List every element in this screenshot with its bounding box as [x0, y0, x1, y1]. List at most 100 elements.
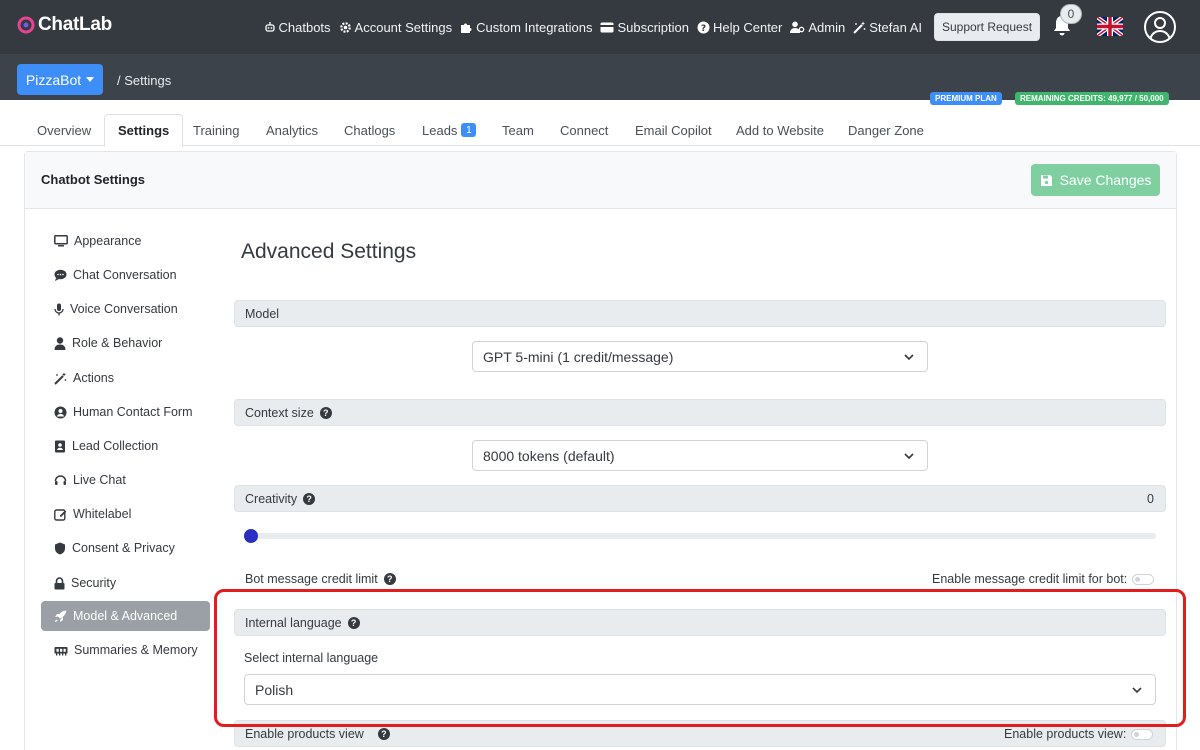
- sidebar-item-label: Model & Advanced: [73, 609, 178, 623]
- help-icon[interactable]: ?: [319, 406, 332, 419]
- bot-selector-dropdown[interactable]: PizzaBot: [17, 64, 103, 95]
- tab-team[interactable]: Team: [502, 114, 534, 146]
- floppy-disk-icon: [1040, 174, 1052, 186]
- sidebar-item-appearance[interactable]: Appearance: [41, 226, 210, 256]
- credit-limit-toggle-row: Enable message credit limit for bot:: [932, 572, 1155, 586]
- sidebar-item-label: Whitelabel: [73, 507, 132, 521]
- nav-account-settings[interactable]: Account Settings: [339, 19, 453, 35]
- credit-limit-toggle[interactable]: [1132, 573, 1155, 585]
- magic-wand-icon: [54, 372, 67, 385]
- creativity-value: 0: [1147, 492, 1154, 506]
- breadcrumb: / Settings: [117, 73, 172, 88]
- nav-account-settings-label: Account Settings: [354, 19, 453, 35]
- address-book-icon: [55, 440, 65, 452]
- sidebar-item-role-behavior[interactable]: Role & Behavior: [41, 328, 210, 358]
- help-icon[interactable]: ?: [383, 572, 396, 585]
- tab-add-to-website[interactable]: Add to Website: [736, 114, 824, 146]
- main-nav: Chatbots Account Settings Custom Integra…: [264, 0, 922, 54]
- nav-chatbots[interactable]: Chatbots: [264, 20, 331, 35]
- context-size-section-header: Context size ?: [234, 399, 1166, 426]
- sidebar-item-label: Lead Collection: [72, 439, 159, 453]
- user-icon: [54, 336, 66, 350]
- context-size-select[interactable]: 8000 tokens (default): [472, 440, 928, 471]
- sidebar-item-consent-privacy[interactable]: Consent & Privacy: [41, 533, 210, 563]
- nav-custom-integrations-label: Custom Integrations: [476, 19, 593, 35]
- model-value: GPT 5-mini (1 credit/message): [483, 348, 674, 365]
- highlight-box: [214, 589, 1186, 727]
- creativity-slider-thumb[interactable]: [244, 529, 258, 543]
- help-icon[interactable]: ?: [377, 727, 390, 740]
- tab-danger-zone[interactable]: Danger Zone: [848, 114, 924, 146]
- tab-chatlogs[interactable]: Chatlogs: [344, 114, 395, 146]
- model-select[interactable]: GPT 5-mini (1 credit/message): [472, 341, 928, 372]
- robot-icon: [264, 22, 275, 32]
- brand-logo[interactable]: ChatLab: [16, 14, 112, 36]
- model-label: Model: [245, 306, 280, 321]
- sidebar-item-actions[interactable]: Actions: [41, 363, 210, 393]
- tab-overview[interactable]: Overview: [37, 114, 91, 146]
- nav-stefan-ai[interactable]: Stefan AI: [853, 20, 922, 35]
- svg-text:?: ?: [701, 23, 706, 33]
- nav-subscription-label: Subscription: [617, 19, 689, 35]
- sidebar-item-label: Role & Behavior: [72, 336, 163, 350]
- uk-flag-icon[interactable]: [1097, 17, 1123, 36]
- tab-connect[interactable]: Connect: [560, 114, 608, 146]
- tab-email-copilot[interactable]: Email Copilot: [635, 114, 712, 146]
- logo-icon: [17, 16, 35, 34]
- context-size-value: 8000 tokens (default): [483, 447, 615, 464]
- sidebar-item-label: Consent & Privacy: [72, 541, 175, 555]
- credits-badge: REMAINING CREDITS: 49,977 / 50,000: [1015, 92, 1169, 105]
- save-changes-button[interactable]: Save Changes: [1031, 164, 1160, 196]
- nav-custom-integrations[interactable]: Custom Integrations: [460, 20, 592, 35]
- nav-help-center-label: Help Center: [713, 19, 783, 35]
- sidebar-item-model-advanced[interactable]: Model & Advanced: [41, 601, 210, 631]
- sidebar-item-label: Voice Conversation: [70, 302, 178, 316]
- tab-settings[interactable]: Settings: [104, 114, 184, 147]
- bot-name: PizzaBot: [25, 71, 82, 88]
- sidebar-item-label: Actions: [73, 371, 114, 385]
- puzzle-icon: [461, 23, 472, 33]
- sidebar-item-lead-collection[interactable]: Lead Collection: [41, 431, 210, 461]
- sidebar-item-label: Security: [71, 576, 117, 590]
- question-circle-icon: ?: [697, 21, 710, 33]
- sidebar-item-summaries-memory[interactable]: Summaries & Memory: [41, 635, 210, 665]
- tab-leads[interactable]: Leads 1: [422, 114, 477, 146]
- nav-chatbots-label: Chatbots: [278, 19, 331, 35]
- plan-badge: PREMIUM PLAN: [930, 92, 1002, 105]
- monitor-icon: [54, 235, 68, 247]
- nav-admin[interactable]: Admin: [790, 20, 845, 35]
- sidebar-item-label: Appearance: [74, 234, 142, 248]
- leads-count-badge: 1: [461, 123, 477, 137]
- tab-training[interactable]: Training: [193, 114, 239, 146]
- sidebar-item-label: Summaries & Memory: [74, 643, 198, 657]
- support-request-button[interactable]: Support Request: [934, 13, 1040, 41]
- settings-tabs: Overview Settings Training Analytics Cha…: [0, 114, 1200, 147]
- memory-icon: [54, 646, 68, 655]
- sidebar-item-human-contact-form[interactable]: Human Contact Form: [41, 397, 210, 427]
- credit-limit-toggle-label: Enable message credit limit for bot:: [932, 572, 1128, 586]
- context-size-label: Context size: [245, 405, 314, 420]
- sidebar-item-security[interactable]: Security: [41, 568, 210, 598]
- lock-icon: [54, 576, 65, 589]
- magic-wand-icon: [853, 21, 866, 34]
- sidebar-item-whitelabel[interactable]: Whitelabel: [41, 499, 210, 529]
- sidebar-item-label: Chat Conversation: [73, 268, 177, 282]
- credit-card-icon: [600, 22, 614, 32]
- sidebar-item-live-chat[interactable]: Live Chat: [41, 465, 210, 495]
- sidebar-item-chat-conversation[interactable]: Chat Conversation: [41, 260, 210, 290]
- products-view-toggle[interactable]: [1131, 728, 1154, 740]
- products-view-label: Enable products view: [245, 726, 364, 741]
- rocket-icon: [55, 610, 67, 622]
- user-account-icon[interactable]: [1143, 10, 1177, 44]
- nav-help-center[interactable]: ? Help Center: [697, 20, 782, 35]
- save-changes-label: Save Changes: [1059, 172, 1152, 188]
- sidebar-item-voice-conversation[interactable]: Voice Conversation: [41, 294, 210, 324]
- creativity-label: Creativity: [245, 491, 298, 506]
- help-icon[interactable]: ?: [303, 492, 316, 505]
- nav-subscription[interactable]: Subscription: [600, 20, 689, 35]
- tab-analytics[interactable]: Analytics: [266, 114, 318, 146]
- chevron-down-icon: [904, 453, 914, 460]
- creativity-slider-track[interactable]: [244, 533, 1156, 539]
- products-view-toggle-row: Enable products view:: [1004, 727, 1154, 741]
- user-circle-icon: [54, 406, 67, 418]
